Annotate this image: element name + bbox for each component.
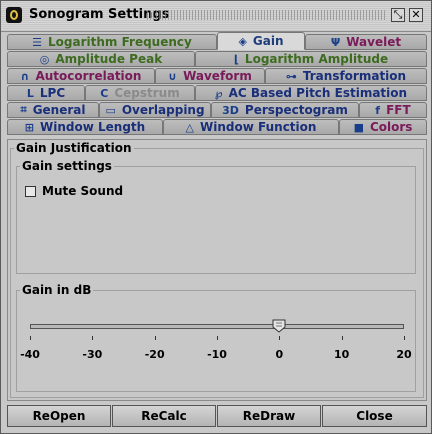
- tab-transformation[interactable]: ⊶ Transformation: [265, 68, 427, 84]
- slider-tick-label: 20: [396, 348, 412, 361]
- slider-tick-label: -40: [20, 348, 40, 361]
- slider-tick: [154, 336, 156, 340]
- fft-icon: f: [375, 103, 381, 117]
- window-length-icon: ⊞: [24, 120, 35, 134]
- tab-overlapping[interactable]: ▭ Overlapping: [99, 102, 211, 118]
- gain-settings-title: Gain settings: [20, 159, 114, 173]
- lpc-icon: L: [26, 86, 34, 100]
- tab-general[interactable]: ⌗ General: [7, 102, 99, 118]
- reopen-button[interactable]: ReOpen: [7, 405, 111, 427]
- slider-tick-label: -20: [144, 348, 165, 361]
- tab-fft[interactable]: f FFT: [359, 102, 427, 118]
- title-bar[interactable]: Sonogram Settings ⤡ ✕: [1, 1, 431, 32]
- app-logo-icon: [6, 7, 22, 23]
- slider-track[interactable]: [30, 324, 404, 329]
- tab-wavelet[interactable]: Ψ Wavelet: [305, 34, 427, 50]
- tab-gain[interactable]: ◈ Gain: [217, 32, 305, 50]
- slider-tick: [341, 336, 343, 340]
- waveform-icon: ∪: [168, 69, 178, 83]
- bars-icon: ☰: [32, 35, 43, 49]
- recalc-button[interactable]: ReCalc: [112, 405, 216, 427]
- tab-window-function[interactable]: △ Window Function: [163, 119, 339, 135]
- overlap-icon: ▭: [105, 103, 116, 117]
- tab-window-length[interactable]: ⊞ Window Length: [7, 119, 163, 135]
- window-function-icon: △: [185, 120, 195, 134]
- tab-logarithm-frequency[interactable]: ☰ Logarithm Frequency: [7, 34, 217, 50]
- tab-amplitude-peak[interactable]: ◎ Amplitude Peak: [7, 51, 195, 67]
- perspectogram-icon: 3D: [222, 103, 239, 117]
- tab-lpc[interactable]: L LPC: [7, 85, 85, 101]
- slider-tick-label: 10: [334, 348, 350, 361]
- button-bar: ReOpen ReCalc ReDraw Close: [7, 405, 427, 427]
- colors-icon: ■: [353, 120, 364, 134]
- target-icon: ◎: [39, 52, 50, 66]
- tab-waveform[interactable]: ∪ Waveform: [155, 68, 265, 84]
- tab-logarithm-amplitude[interactable]: ⌊ Logarithm Amplitude: [195, 51, 427, 67]
- pitch-icon: ℘: [214, 86, 223, 100]
- mute-sound-label: Mute Sound: [42, 184, 124, 198]
- tab-cepstrum[interactable]: C Cepstrum: [85, 85, 195, 101]
- slider-tick: [404, 336, 405, 340]
- general-icon: ⌗: [20, 103, 27, 116]
- tab-colors[interactable]: ■ Colors: [339, 119, 427, 135]
- mute-sound-checkbox[interactable]: [25, 186, 36, 197]
- title-grip: [147, 10, 385, 20]
- slider-tick: [279, 336, 281, 340]
- tab-autocorrelation[interactable]: ∩ Autocorrelation: [7, 68, 155, 84]
- gain-justification-title: Gain Justification: [14, 141, 134, 155]
- slider-tick: [217, 336, 218, 340]
- close-button[interactable]: Close: [322, 405, 427, 427]
- slider-tick-label: 0: [275, 348, 284, 361]
- log-curve-icon: ⌊: [233, 52, 239, 66]
- redraw-button[interactable]: ReDraw: [217, 405, 321, 427]
- wavelet-icon: Ψ: [330, 35, 341, 49]
- tab-perspectogram[interactable]: 3D Perspectogram: [211, 102, 359, 118]
- gain-settings-group: [16, 166, 416, 274]
- slider-tick: [30, 336, 31, 340]
- autocorrelation-icon: ∩: [20, 69, 30, 83]
- gain-db-title: Gain in dB: [20, 283, 94, 297]
- gain-panel: Gain Justification Gain settings Mute So…: [7, 139, 427, 401]
- transform-icon: ⊶: [285, 69, 297, 83]
- settings-window: Sonogram Settings ⤡ ✕ ☰ Logarithm Frequen…: [0, 0, 432, 434]
- slider-tick: [92, 336, 94, 340]
- minimize-icon[interactable]: ⤡: [391, 8, 405, 22]
- slider-tick-label: -10: [207, 348, 227, 361]
- slider-tick-label: -30: [82, 348, 103, 361]
- tab-ac-pitch-estimation[interactable]: ℘ AC Based Pitch Estimation: [195, 85, 427, 101]
- cepstrum-icon: C: [100, 86, 109, 100]
- slider-thumb[interactable]: [272, 319, 286, 333]
- gain-icon: ◈: [238, 34, 247, 48]
- close-window-icon[interactable]: ✕: [409, 8, 423, 22]
- gain-db-group: [16, 290, 416, 392]
